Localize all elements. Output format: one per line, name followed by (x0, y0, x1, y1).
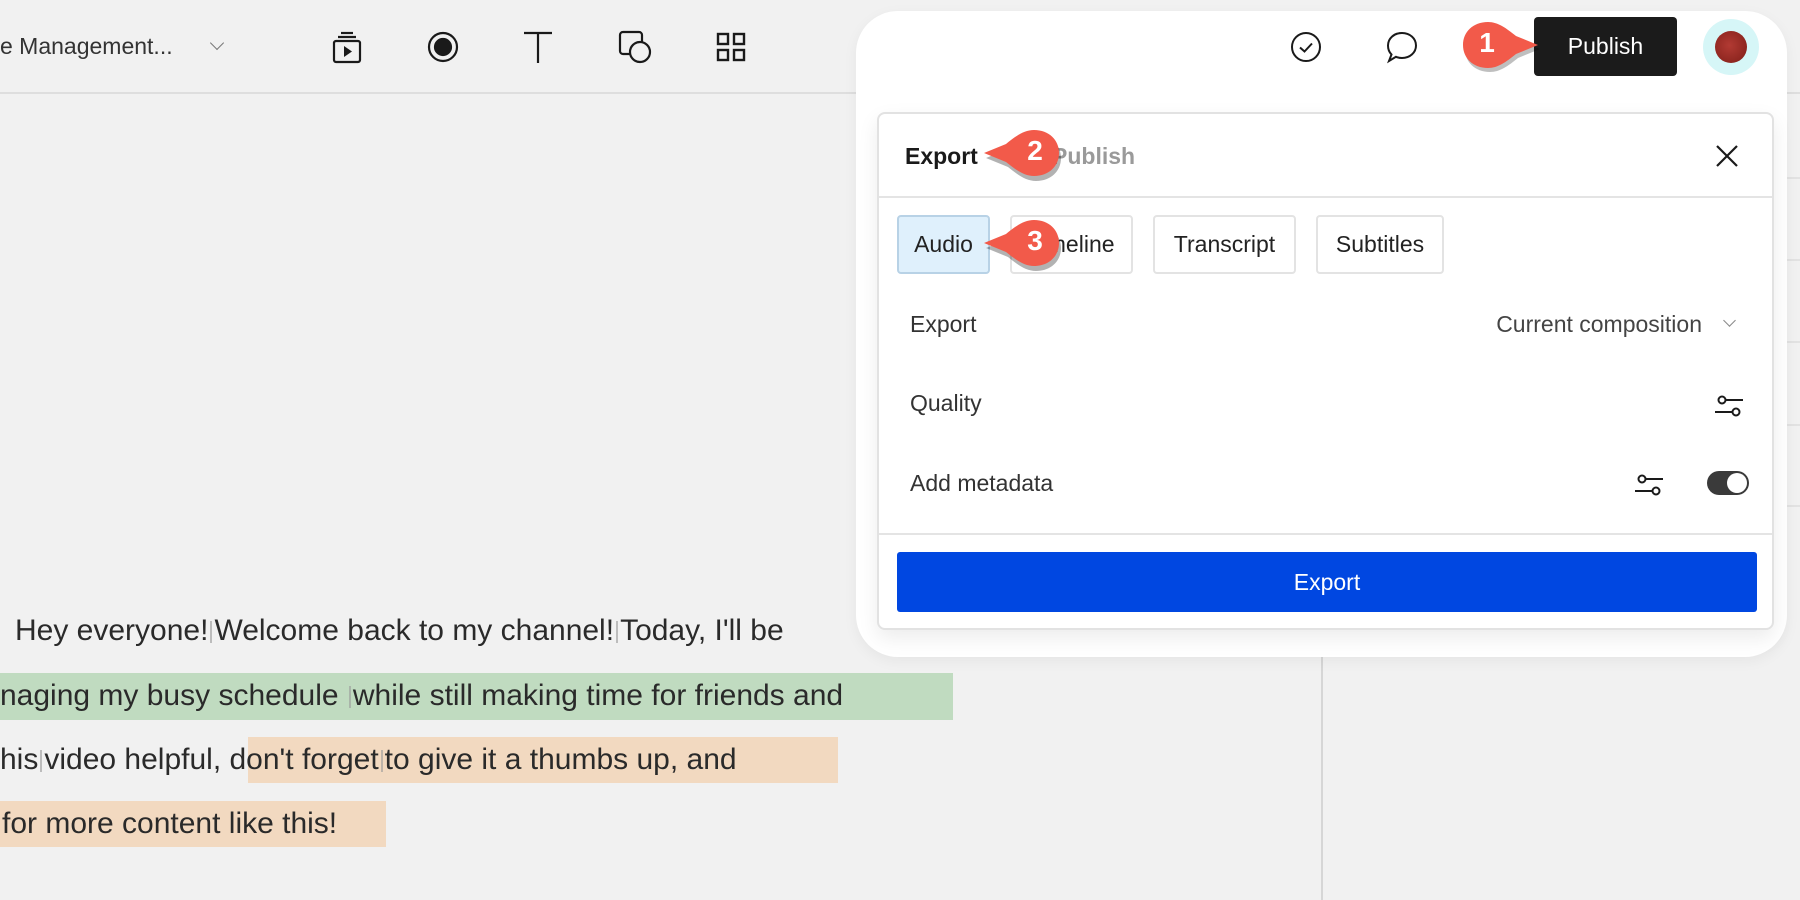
export-button[interactable]: Export (897, 552, 1757, 612)
project-chevron-down-icon[interactable] (209, 35, 225, 51)
transcript-segment[interactable]: for more content like this! (2, 807, 337, 840)
panel-header-divider (879, 196, 1772, 198)
export-scope-label: Export (910, 311, 977, 337)
grid-icon[interactable] (711, 27, 751, 67)
export-panel: Export Publish Audio Timeline Transcript… (877, 112, 1774, 630)
chevron-down-icon[interactable] (1723, 314, 1736, 327)
format-subtitles[interactable]: Subtitles (1316, 215, 1444, 274)
shape-icon[interactable] (615, 27, 655, 67)
avatar[interactable] (1703, 19, 1759, 75)
avatar-image (1715, 31, 1747, 63)
panel-footer-divider (879, 533, 1772, 535)
tab-export[interactable]: Export (905, 143, 978, 170)
format-audio[interactable]: Audio (897, 215, 990, 274)
transcript-segment[interactable]: to give it a thumbs up, and (385, 743, 737, 776)
quality-label: Quality (910, 390, 982, 416)
transcript-line[interactable]: for more content like this! (2, 800, 337, 848)
transcript-line[interactable]: his video helpful, don't forget to give it… (0, 736, 737, 784)
transcript-segment[interactable]: video helpful, (44, 743, 221, 776)
word-separator (348, 686, 351, 709)
format-transcript[interactable]: Transcript (1153, 215, 1296, 274)
scene-icon[interactable] (327, 27, 367, 67)
transcript-segment[interactable]: his (0, 743, 38, 776)
callout-marker-1: 1 (1460, 18, 1540, 74)
project-title[interactable]: e Management... (0, 33, 173, 60)
transcript-segment[interactable]: Hey everyone! (15, 614, 208, 647)
callout-marker-2: 2 (982, 126, 1061, 182)
text-icon[interactable] (518, 27, 558, 67)
toggle-knob (1727, 473, 1747, 493)
metadata-label: Add metadata (910, 470, 1054, 496)
transcript-segment[interactable]: while still making time for friends and (353, 679, 843, 712)
metadata-toggle[interactable] (1707, 471, 1749, 495)
comment-icon[interactable] (1382, 27, 1422, 67)
transcript-line[interactable]: naging my busy schedule while still maki… (0, 672, 843, 720)
word-separator (616, 621, 619, 644)
transcript-segment[interactable]: naging my busy schedule (0, 679, 347, 712)
word-separator (210, 621, 213, 644)
tab-publish[interactable]: Publish (1052, 143, 1135, 170)
publish-button[interactable]: Publish (1534, 17, 1677, 76)
quality-settings-icon[interactable] (1713, 390, 1745, 422)
close-icon[interactable] (1711, 140, 1743, 172)
word-separator (380, 750, 383, 773)
check-circle-icon[interactable] (1286, 27, 1326, 67)
transcript-line[interactable]: Hey everyone! Welcome back to my channel!… (15, 607, 784, 655)
word-separator (40, 750, 43, 773)
callout-marker-3: 3 (982, 216, 1061, 272)
transcript-segment[interactable]: don't forget (230, 743, 379, 776)
metadata-settings-icon[interactable] (1633, 469, 1665, 501)
transcript-segment[interactable]: Welcome back to my channel! (214, 614, 614, 647)
record-icon[interactable] (423, 27, 463, 67)
transcript-segment[interactable]: Today, I'll be (620, 614, 784, 647)
export-scope-select[interactable]: Current composition (1496, 311, 1702, 338)
